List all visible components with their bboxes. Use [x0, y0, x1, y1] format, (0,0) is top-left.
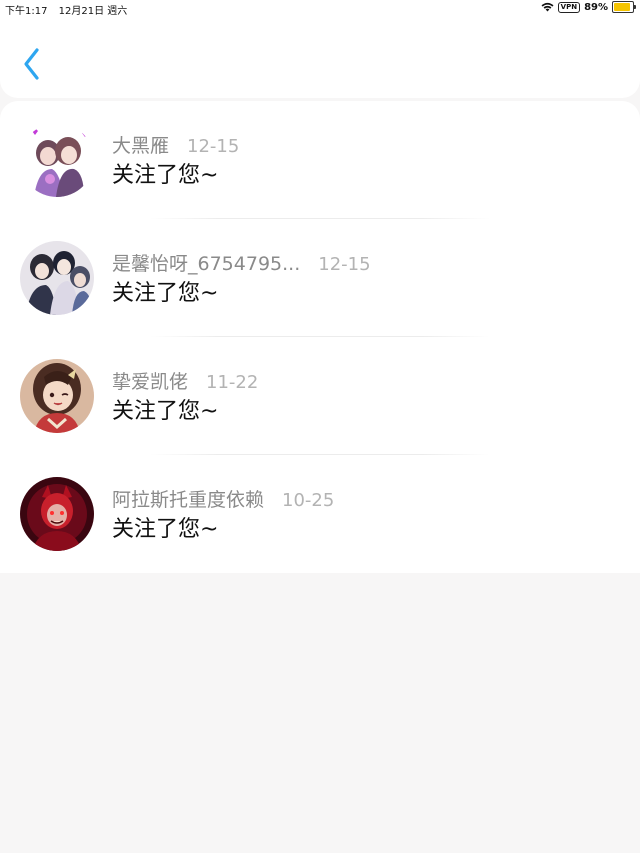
status-time-date: 下午1:17 12月21日 週六 — [5, 2, 135, 17]
notification-date: 12-15 — [187, 136, 240, 157]
notification-date: 12-15 — [318, 254, 371, 275]
chevron-left-icon — [24, 48, 39, 80]
status-bar: 下午1:17 12月21日 週六 VPN 89% — [0, 0, 640, 17]
user-name[interactable]: 挚爱凯佬 — [112, 371, 188, 393]
notification-date: 10-25 — [282, 490, 335, 511]
name-line: 是馨怡呀_6754795... 12-15 — [112, 249, 371, 276]
list-item[interactable]: 挚爱凯佬 11-22 关注了您~ — [0, 337, 640, 455]
notification-message: 关注了您~ — [112, 399, 219, 424]
name-line: 挚爱凯佬 11-22 — [112, 367, 258, 394]
name-line: 大黑雁 12-15 — [112, 131, 239, 158]
list-item[interactable]: 阿拉斯托重度依赖 10-25 关注了您~ — [0, 455, 640, 573]
anime-group-avatar[interactable] — [20, 241, 94, 315]
notification-date: 11-22 — [206, 372, 259, 393]
anime-couple-avatar[interactable] — [20, 123, 94, 197]
list-item[interactable]: 是馨怡呀_6754795... 12-15 关注了您~ — [0, 219, 640, 337]
battery-level — [614, 3, 631, 11]
name-line: 阿拉斯托重度依赖 10-25 — [112, 485, 334, 512]
anime-girl-avatar[interactable] — [20, 359, 94, 433]
red-demon-avatar[interactable] — [20, 477, 94, 551]
user-name[interactable]: 大黑雁 — [112, 135, 169, 157]
list-item[interactable]: 大黑雁 12-15 关注了您~ — [0, 101, 640, 219]
notification-message: 关注了您~ — [112, 517, 219, 542]
status-indicators: VPN 89% — [541, 1, 636, 13]
nav-bar — [0, 16, 640, 98]
battery-percent: 89% — [584, 1, 608, 13]
notification-message: 关注了您~ — [112, 281, 219, 306]
notification-message: 关注了您~ — [112, 163, 219, 188]
wifi-icon — [541, 2, 554, 12]
vpn-badge: VPN — [557, 1, 581, 13]
back-button[interactable] — [18, 46, 48, 84]
user-name[interactable]: 是馨怡呀_6754795... — [112, 253, 300, 275]
user-name[interactable]: 阿拉斯托重度依赖 — [112, 489, 264, 511]
notification-list: 大黑雁 12-15 关注了您~ 是馨怡呀_6754795... 12-15 关注了您… — [0, 101, 640, 573]
battery-icon — [612, 1, 636, 13]
